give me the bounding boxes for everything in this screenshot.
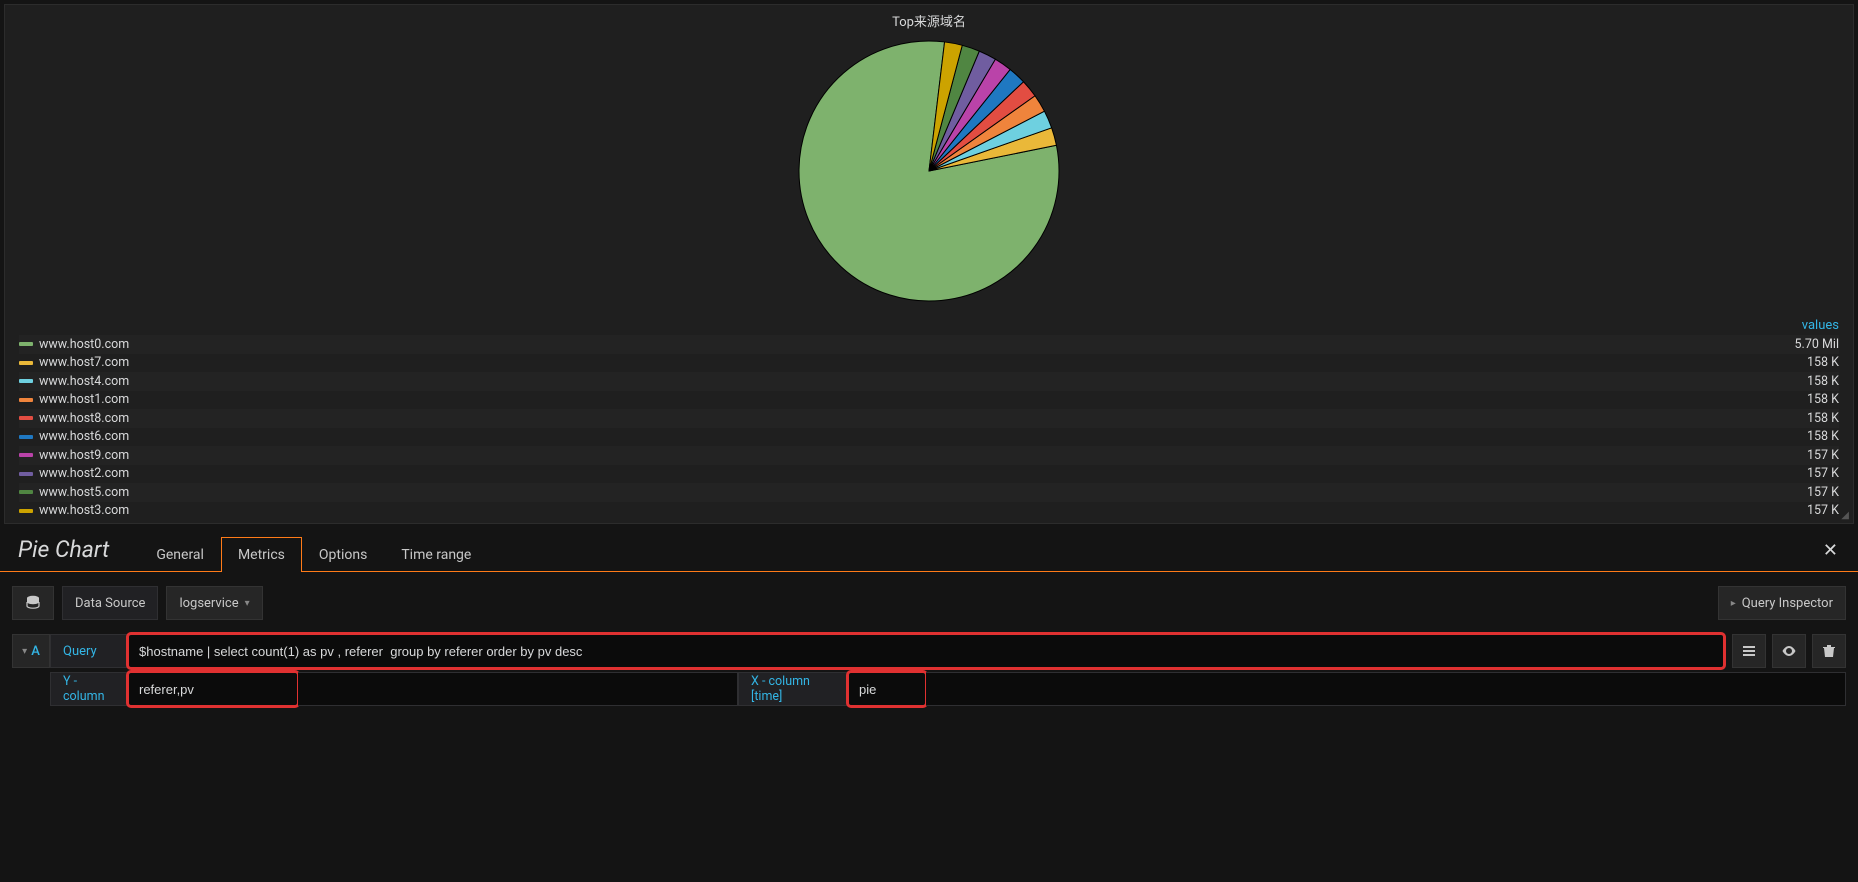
legend-value: 157 K	[1807, 466, 1839, 481]
legend-value: 157 K	[1807, 503, 1839, 518]
y-column-extra-input[interactable]	[298, 672, 738, 706]
x-column-input[interactable]	[848, 672, 926, 706]
query-label: Query	[50, 634, 128, 668]
x-column-extra-input[interactable]	[926, 672, 1846, 706]
legend-swatch	[19, 490, 33, 494]
trash-icon	[1821, 643, 1837, 659]
legend-row[interactable]: www.host5.com 157 K	[19, 483, 1839, 502]
datasource-select[interactable]: logservice ▾	[166, 586, 262, 620]
datasource-row: Data Source logservice ▾ ▸ Query Inspect…	[0, 572, 1858, 628]
values-column-header[interactable]: values	[1802, 318, 1839, 333]
legend-value: 5.70 Mil	[1795, 337, 1839, 352]
legend-label: www.host4.com	[39, 374, 129, 389]
legend-label: www.host8.com	[39, 411, 129, 426]
legend-label: www.host9.com	[39, 448, 129, 463]
legend-swatch	[19, 416, 33, 420]
legend-row[interactable]: www.host7.com 158 K	[19, 354, 1839, 373]
legend-swatch	[19, 472, 33, 476]
legend-row[interactable]: www.host6.com 158 K	[19, 428, 1839, 447]
legend-label: www.host3.com	[39, 503, 129, 518]
y-column-label: Y - column	[50, 672, 128, 706]
resize-handle-icon[interactable]: ◢	[1841, 510, 1849, 521]
caret-down-icon: ▾	[245, 598, 250, 609]
database-icon	[25, 595, 41, 611]
tab-timerange[interactable]: Time range	[384, 537, 488, 572]
legend-label: www.host0.com	[39, 337, 129, 352]
panel-editor-header: Pie Chart General Metrics Options Time r…	[0, 528, 1858, 572]
legend-swatch	[19, 398, 33, 402]
x-column-label: X - column [time]	[738, 672, 848, 706]
legend-swatch	[19, 361, 33, 365]
legend-row[interactable]: www.host8.com 158 K	[19, 409, 1839, 428]
query-visibility-button[interactable]	[1772, 634, 1806, 668]
legend-value: 158 K	[1807, 429, 1839, 444]
legend-value: 158 K	[1807, 374, 1839, 389]
legend-swatch	[19, 453, 33, 457]
columns-row: Y - column X - column [time]	[0, 670, 1858, 716]
close-editor-button[interactable]: ✕	[1813, 534, 1848, 571]
legend-value: 157 K	[1807, 448, 1839, 463]
tab-general[interactable]: General	[139, 537, 221, 572]
legend-row[interactable]: www.host3.com 157 K	[19, 502, 1839, 521]
eye-icon	[1781, 643, 1797, 659]
y-column-input[interactable]	[128, 672, 298, 706]
legend-value: 158 K	[1807, 392, 1839, 407]
legend-label: www.host6.com	[39, 429, 129, 444]
query-inspector-label: Query Inspector	[1742, 596, 1833, 611]
legend-value: 157 K	[1807, 485, 1839, 500]
legend-row[interactable]: www.host0.com 5.70 Mil	[19, 335, 1839, 354]
legend-table: values www.host0.com 5.70 Mil www.host7.co…	[5, 316, 1853, 520]
legend-value: 158 K	[1807, 355, 1839, 370]
pie-chart	[5, 32, 1853, 316]
query-actions	[1732, 634, 1846, 668]
legend-row[interactable]: www.host4.com 158 K	[19, 372, 1839, 391]
datasource-icon-button[interactable]	[12, 586, 54, 620]
tab-metrics[interactable]: Metrics	[221, 537, 302, 572]
legend-swatch	[19, 509, 33, 513]
legend-swatch	[19, 379, 33, 383]
caret-right-icon: ▸	[1731, 598, 1736, 609]
query-menu-button[interactable]	[1732, 634, 1766, 668]
query-toggle[interactable]: ▾ A	[12, 634, 50, 668]
query-letter: A	[31, 644, 40, 659]
chart-title: Top来源域名	[5, 5, 1853, 32]
legend-label: www.host2.com	[39, 466, 129, 481]
panel-type-label: Pie Chart	[18, 536, 139, 571]
query-input[interactable]	[128, 634, 1724, 668]
caret-down-icon: ▾	[22, 646, 27, 657]
legend-row[interactable]: www.host2.com 157 K	[19, 465, 1839, 484]
legend-swatch	[19, 342, 33, 346]
datasource-value: logservice	[179, 596, 238, 611]
legend-header: values	[19, 316, 1839, 335]
hamburger-icon	[1741, 643, 1757, 659]
legend-row[interactable]: www.host9.com 157 K	[19, 446, 1839, 465]
legend-label: www.host7.com	[39, 355, 129, 370]
legend-label: www.host5.com	[39, 485, 129, 500]
query-inspector-button[interactable]: ▸ Query Inspector	[1718, 586, 1846, 620]
chart-panel: Top来源域名 values www.host0.com5.70 Milwww.…	[4, 4, 1854, 524]
datasource-label: Data Source	[62, 586, 158, 620]
legend-swatch	[19, 435, 33, 439]
legend-row[interactable]: www.host1.com 158 K	[19, 391, 1839, 410]
editor-tabs: General Metrics Options Time range	[139, 536, 488, 571]
legend-value: 158 K	[1807, 411, 1839, 426]
legend-label: www.host1.com	[39, 392, 129, 407]
query-row: ▾ A Query	[0, 628, 1858, 670]
tab-options[interactable]: Options	[302, 537, 384, 572]
query-delete-button[interactable]	[1812, 634, 1846, 668]
